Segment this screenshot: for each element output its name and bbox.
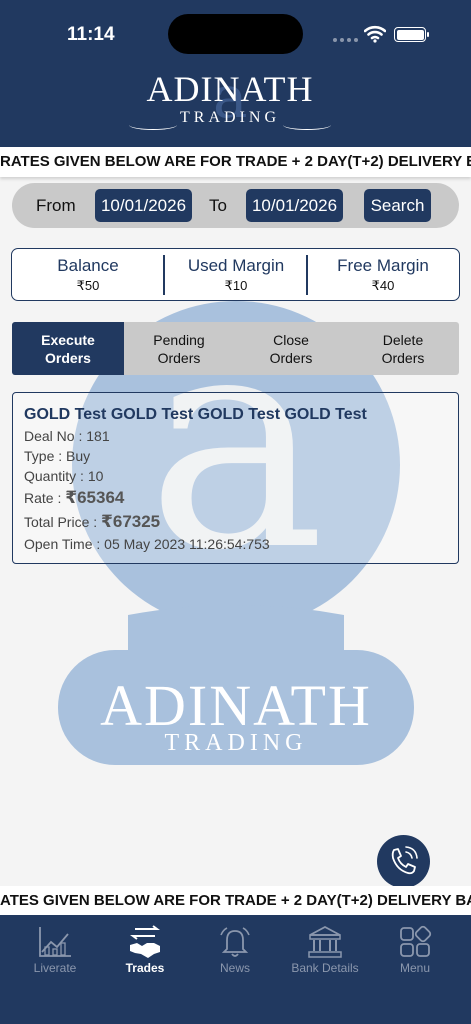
quantity-label: Quantity :: [24, 468, 84, 484]
bank-icon: [308, 925, 342, 958]
dynamic-island: [168, 14, 303, 54]
tab-label: Pending: [153, 332, 205, 348]
battery-icon: [394, 27, 429, 42]
nav-liverate[interactable]: Liverate: [10, 925, 100, 975]
brand-logo: a ADINATH TRADING: [125, 68, 335, 138]
watermark-name: ADINATH: [100, 673, 372, 738]
tab-label: Orders: [45, 350, 91, 366]
deal-no-row: Deal No : 181: [24, 428, 110, 444]
tab-label: Orders: [381, 350, 425, 366]
free-margin-value: ₹40: [371, 278, 395, 293]
quantity-row: Quantity : 10: [24, 468, 103, 484]
order-card[interactable]: GOLD Test GOLD Test GOLD Test GOLD Test …: [12, 392, 459, 564]
tab-label: Close: [273, 332, 309, 348]
total-price-value: ₹67325: [101, 512, 161, 531]
type-row: Type : Buy: [24, 448, 90, 464]
tab-pending-orders[interactable]: Pending Orders: [123, 322, 235, 375]
open-time-label: Open Time :: [24, 536, 101, 552]
balance-value: ₹50: [76, 278, 100, 293]
logo-swirl: [283, 120, 331, 130]
from-date-field[interactable]: 10/01/2026: [95, 189, 192, 222]
tab-close-orders[interactable]: Close Orders: [235, 322, 347, 375]
cellular-signal-icon: [333, 38, 358, 42]
nav-label: Menu: [399, 961, 431, 975]
used-margin-label: Used Margin: [187, 256, 285, 275]
nav-trades[interactable]: Trades: [100, 925, 190, 975]
tab-label: Orders: [269, 350, 313, 366]
logo-name: ADINATH: [146, 69, 314, 109]
quantity-value: 10: [87, 468, 104, 484]
tab-label: Execute: [41, 332, 95, 348]
phone-icon: [391, 846, 418, 875]
nav-menu[interactable]: Menu: [370, 925, 460, 975]
watermark-subtitle: TRADING: [165, 730, 308, 756]
ticker-top: RATES GIVEN BELOW ARE FOR TRADE + 2 DAY(…: [0, 147, 471, 177]
rate-value: ₹65364: [65, 488, 125, 507]
nav-news[interactable]: News: [190, 925, 280, 975]
used-margin-value: ₹10: [224, 278, 248, 293]
search-button[interactable]: Search: [364, 189, 431, 222]
rate-row: Rate : ₹65364: [24, 488, 124, 508]
deal-no-label: Deal No :: [24, 428, 83, 444]
from-label: From: [36, 196, 76, 215]
bell-icon: [220, 927, 250, 957]
chart-icon: [39, 927, 71, 957]
nav-label: News: [219, 961, 250, 975]
nav-bank-details[interactable]: Bank Details: [280, 925, 370, 975]
free-margin-label: Free Margin: [337, 256, 429, 275]
type-value: Buy: [66, 448, 91, 464]
tab-delete-orders[interactable]: Delete Orders: [347, 322, 459, 375]
open-time-value: 05 May 2023 11:26:54:753: [104, 536, 270, 552]
order-title: GOLD Test GOLD Test GOLD Test GOLD Test: [24, 406, 367, 423]
wifi-icon: [364, 25, 386, 43]
rate-label: Rate :: [24, 490, 62, 506]
balance-summary-card: Balance ₹50 Used Margin ₹10 Free Margin …: [11, 248, 460, 301]
type-label: Type :: [24, 448, 63, 464]
total-price-row: Total Price : ₹67325: [24, 512, 160, 532]
tab-label: Delete: [382, 332, 424, 348]
date-filter-bar: From 10/01/2026 To 10/01/2026 Search: [12, 183, 459, 228]
balance-label: Balance: [57, 256, 119, 275]
order-tabs: Execute Orders Pending Orders Close Orde…: [12, 322, 459, 375]
status-time: 11:14: [67, 24, 115, 45]
handshake-icon: [130, 925, 160, 958]
open-time-row: Open Time : 05 May 2023 11:26:54:753: [24, 536, 270, 552]
nav-label: Bank Details: [291, 961, 359, 975]
ticker-bottom: ATES GIVEN BELOW ARE FOR TRADE + 2 DAY(T…: [0, 886, 471, 916]
logo-swirl: [129, 120, 177, 130]
total-price-label: Total Price :: [24, 514, 98, 530]
ticker-text: RATES GIVEN BELOW ARE FOR TRADE + 2 DAY(…: [0, 153, 471, 170]
free-margin-column: Free Margin ₹40: [308, 249, 458, 299]
ticker-text: ATES GIVEN BELOW ARE FOR TRADE + 2 DAY(T…: [0, 892, 471, 909]
tab-label: Orders: [157, 350, 201, 366]
bottom-navigation: Liverate Trades News Bank Details Menu: [0, 915, 471, 1024]
nav-label: Trades: [125, 961, 165, 975]
nav-label: Liverate: [33, 961, 77, 975]
to-label: To: [209, 196, 227, 215]
tab-execute-orders[interactable]: Execute Orders: [12, 322, 124, 375]
balance-column: Balance ₹50: [12, 249, 164, 299]
used-margin-column: Used Margin ₹10: [165, 249, 307, 299]
deal-no-value: 181: [86, 428, 110, 444]
app-header: 11:14 a ADINATH TRADING: [0, 0, 471, 147]
grid-icon: [400, 925, 432, 957]
to-date-field[interactable]: 10/01/2026: [246, 189, 343, 222]
call-button[interactable]: [377, 835, 430, 888]
